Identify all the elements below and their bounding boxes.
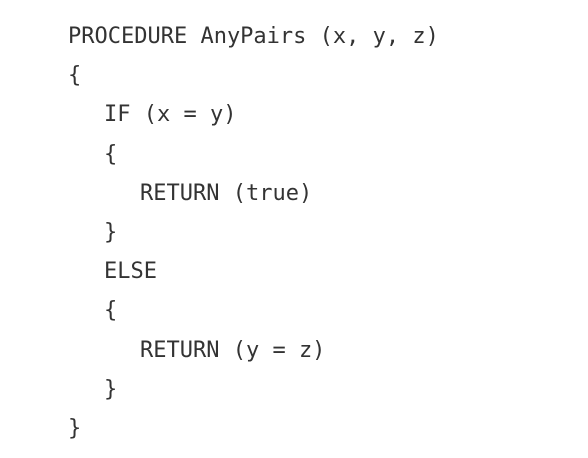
open-brace-if: { [104,141,118,167]
code-block: PROCEDURE AnyPairs (x, y, z) { IF (x = y… [68,17,439,448]
close-brace-procedure: } [68,415,82,441]
open-brace-procedure: { [68,63,82,89]
return-comparison-line: RETURN (y = z) [140,337,326,363]
procedure-header-line: PROCEDURE AnyPairs (x, y, z) [68,24,439,49]
return-true-line: RETURN (true) [140,180,313,206]
open-brace-else: { [104,298,118,324]
close-brace-if: } [104,219,118,245]
else-line: ELSE [104,259,157,285]
if-condition-line: IF (x = y) [104,102,237,128]
close-brace-else: } [104,376,118,402]
